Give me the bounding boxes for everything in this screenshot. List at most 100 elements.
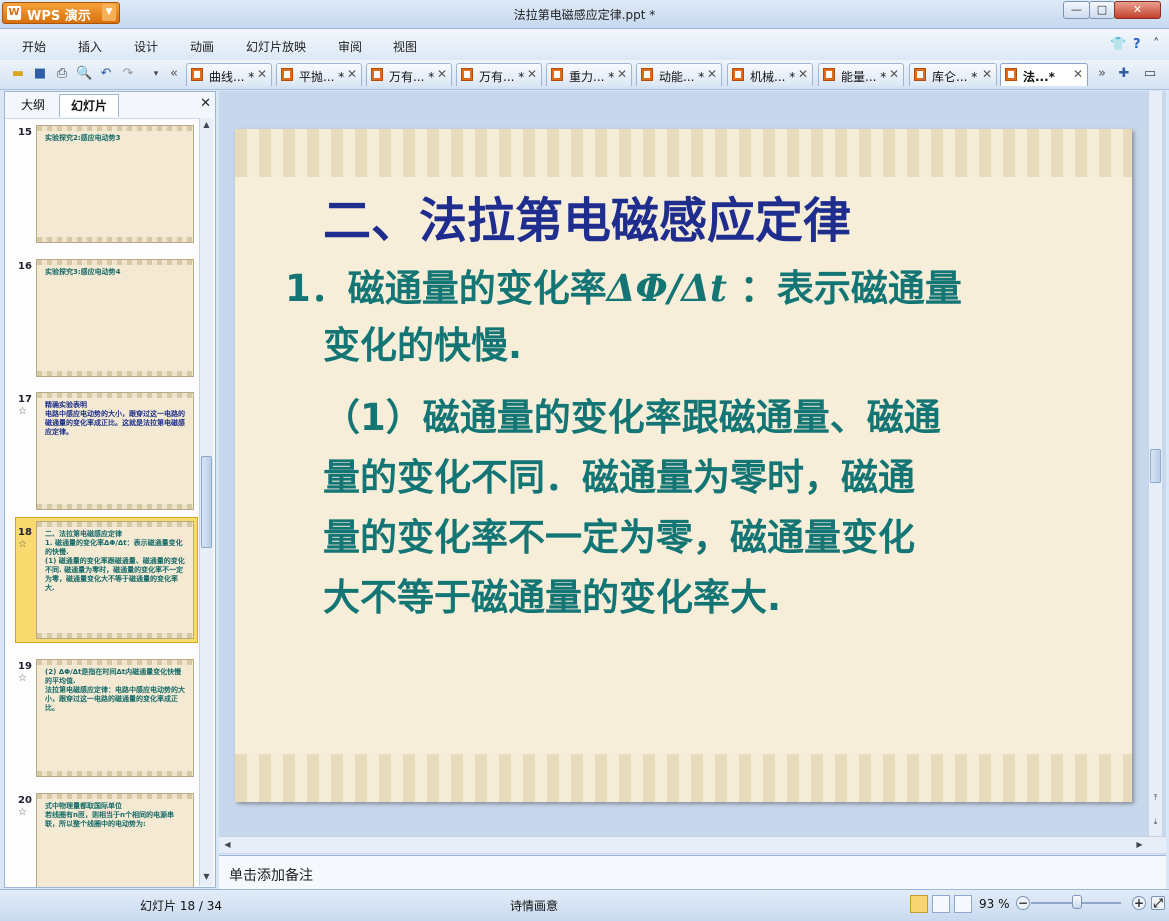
close-button[interactable]: ✕: [1114, 1, 1161, 19]
ppt-file-icon: [732, 68, 744, 81]
scroll-right-icon[interactable]: ▶: [1133, 838, 1146, 852]
tab-list-icon[interactable]: ▭: [1142, 66, 1158, 82]
slide-thumbnail[interactable]: 实验探究2:感应电动势3: [36, 125, 194, 243]
slide-thumbnail[interactable]: 精确实验表明 电路中感应电动势的大小，跟穿过这一电路的磁通量的变化率成正比。这就…: [36, 392, 194, 510]
open-icon[interactable]: ▬: [10, 66, 26, 82]
thumbnail-text: (2) ΔΦ/Δt是指在时间Δt内磁通量变化快慢的平均值. 法拉第电磁感应定律：…: [45, 668, 185, 712]
slide-counter: 幻灯片 18 / 34: [140, 899, 223, 913]
prev-slide-icon[interactable]: ⤒: [1149, 791, 1162, 805]
animation-star-icon: ☆: [18, 539, 27, 550]
doc-tab[interactable]: 库仑... * ✕: [909, 63, 997, 86]
menu-home[interactable]: 开始: [22, 38, 46, 55]
zoom-out-button[interactable]: −: [1016, 896, 1030, 910]
scrollbar-thumb[interactable]: [201, 456, 212, 548]
slide-number: 17: [18, 394, 32, 405]
para-line-4: 大不等于磁通量的变化率大.: [323, 576, 782, 619]
zoom-slider-knob[interactable]: [1072, 895, 1082, 909]
ribbon-toggle-icon[interactable]: ˄: [1153, 37, 1160, 52]
maximize-button[interactable]: □: [1089, 1, 1115, 19]
thumbnail-text: 精确实验表明 电路中感应电动势的大小，跟穿过这一电路的磁通量的变化率成正比。这就…: [45, 401, 185, 436]
slide-thumbnail[interactable]: 实验探究3:感应电动势4: [36, 259, 194, 377]
slides-pane-scrollbar[interactable]: ▲ ▼: [199, 118, 213, 886]
para-line-2: 量的变化不同．磁通量为零时，磁通: [323, 456, 915, 499]
doc-tab[interactable]: 机械... * ✕: [727, 63, 813, 86]
print-preview-icon[interactable]: 🔍: [76, 66, 92, 82]
notes-placeholder[interactable]: 单击添加备注: [229, 865, 313, 885]
zoom-in-button[interactable]: +: [1132, 896, 1146, 910]
slide-title[interactable]: 二、法拉第电磁感应定律: [323, 181, 851, 251]
doc-tab[interactable]: 动能... * ✕: [636, 63, 722, 86]
tab-close-icon[interactable]: ✕: [347, 67, 357, 81]
tab-close-icon[interactable]: ✕: [707, 67, 717, 81]
doc-tab[interactable]: 万有... * ✕: [366, 63, 452, 86]
tab-outline[interactable]: 大纲: [11, 94, 55, 116]
tab-close-icon[interactable]: ✕: [982, 67, 992, 81]
help-icon[interactable]: ?: [1133, 37, 1141, 52]
new-tab-icon[interactable]: ✚: [1116, 66, 1132, 82]
point-1-line-2: 变化的快慢.: [323, 324, 523, 367]
doc-tab[interactable]: 平抛... * ✕: [276, 63, 362, 86]
fit-to-window-button[interactable]: ⤢: [1151, 896, 1165, 910]
toolbar: ▬ ■ ⎙ 🔍 ↶ ↷ ▾ « 曲线... * ✕ 平抛... * ✕ 万有..…: [0, 60, 1169, 90]
menu-view[interactable]: 视图: [393, 38, 417, 55]
animation-star-icon: ☆: [18, 406, 27, 417]
tab-close-icon[interactable]: ✕: [889, 67, 899, 81]
tab-close-icon[interactable]: ✕: [1073, 67, 1083, 81]
tabs-scroll-left-icon[interactable]: «: [166, 66, 182, 82]
tab-close-icon[interactable]: ✕: [798, 67, 808, 81]
slide-editor: 二、法拉第电磁感应定律 1．磁通量的变化率ΔΦ/Δt ：表示磁通量 变化的快慢.…: [219, 91, 1166, 854]
para-line-1: （1）磁通量的变化率跟磁通量、磁通: [323, 396, 941, 439]
window-title: 法拉第电磁感应定律.ppt *: [513, 8, 656, 22]
ppt-file-icon: [914, 68, 926, 81]
editor-horizontal-scrollbar[interactable]: ◀ ▶: [219, 836, 1166, 853]
print-icon[interactable]: ⎙: [54, 66, 70, 82]
slide-thumbnail[interactable]: (2) ΔΦ/Δt是指在时间Δt内磁通量变化快慢的平均值. 法拉第电磁感应定律：…: [36, 659, 194, 777]
tabs-scroll-right-icon[interactable]: »: [1094, 66, 1110, 82]
tab-close-icon[interactable]: ✕: [257, 67, 267, 81]
slide-sorter-view-icon[interactable]: [932, 895, 950, 913]
skin-icon[interactable]: 👕: [1110, 37, 1126, 52]
next-slide-icon[interactable]: ⤓: [1149, 815, 1162, 829]
save-icon[interactable]: ■: [32, 66, 48, 82]
slide-thumbnail[interactable]: 式中物理量都取国际单位 若线圈有n匝，则相当于n个相同的电源串联，所以整个线圈中…: [36, 793, 194, 887]
redo-icon[interactable]: ↷: [120, 66, 136, 82]
tab-close-icon[interactable]: ✕: [617, 67, 627, 81]
tab-close-icon[interactable]: ✕: [527, 67, 537, 81]
customize-toolbar-icon[interactable]: ▾: [148, 66, 164, 82]
ppt-file-icon: [281, 68, 293, 81]
slide-thumbnail-selected[interactable]: 二、法拉第电磁感应定律 1. 磁通量的变化率ΔΦ/Δt：表示磁通量变化的快慢. …: [36, 521, 194, 639]
doc-tab[interactable]: 能量... * ✕: [818, 63, 904, 86]
doc-tab[interactable]: 曲线... * ✕: [186, 63, 272, 86]
menu-slideshow[interactable]: 幻灯片放映: [246, 38, 306, 55]
close-pane-icon[interactable]: ✕: [200, 96, 211, 111]
slide-border-top: [235, 129, 1132, 177]
editor-vertical-scrollbar[interactable]: ⤒ ⤓: [1148, 91, 1162, 836]
undo-icon[interactable]: ↶: [98, 66, 114, 82]
scroll-up-icon[interactable]: ▲: [200, 118, 213, 132]
doc-tab[interactable]: 重力... * ✕: [546, 63, 632, 86]
point-1-line-1: 1．磁通量的变化率ΔΦ/Δt ：表示磁通量: [285, 266, 962, 310]
menu-animation[interactable]: 动画: [190, 38, 214, 55]
slide-number: 20: [18, 795, 32, 806]
title-bar: W WPS 演示 ▼ 法拉第电磁感应定律.ppt * — □ ✕: [0, 0, 1169, 29]
menu-bar: 开始 插入 设计 动画 幻灯片放映 审阅 视图 👕 ? ˄: [0, 29, 1169, 60]
scroll-down-icon[interactable]: ▼: [200, 870, 213, 884]
normal-view-icon[interactable]: [910, 895, 928, 913]
slide-thumbnail-list: 15 实验探究2:感应电动势3 16 实验探究3:感应电动势4 17 ☆ 精确实…: [5, 118, 199, 887]
doc-tab-active[interactable]: 法...* ✕: [1000, 63, 1088, 86]
ppt-file-icon: [461, 68, 473, 81]
tab-close-icon[interactable]: ✕: [437, 67, 447, 81]
notes-pane[interactable]: 单击添加备注: [219, 855, 1166, 889]
menu-design[interactable]: 设计: [134, 38, 158, 55]
minimize-button[interactable]: —: [1063, 1, 1090, 19]
tab-slides[interactable]: 幻灯片: [59, 94, 119, 117]
slide-canvas[interactable]: 二、法拉第电磁感应定律 1．磁通量的变化率ΔΦ/Δt ：表示磁通量 变化的快慢.…: [235, 129, 1132, 802]
ppt-file-icon: [1005, 68, 1017, 81]
menu-review[interactable]: 审阅: [338, 38, 362, 55]
scroll-left-icon[interactable]: ◀: [221, 838, 234, 852]
scrollbar-thumb[interactable]: [1150, 449, 1161, 483]
slideshow-view-icon[interactable]: [954, 895, 972, 913]
rate-formula: ΔΦ/Δt: [606, 266, 727, 310]
menu-insert[interactable]: 插入: [78, 38, 102, 55]
doc-tab[interactable]: 万有... * ✕: [456, 63, 542, 86]
